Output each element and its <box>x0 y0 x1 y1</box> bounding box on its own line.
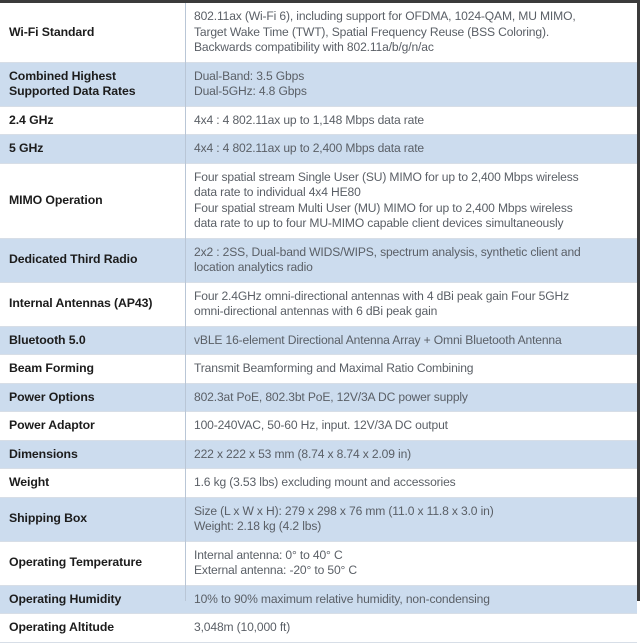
table-row: Dimensions 222 x 222 x 53 mm (8.74 x 8.74… <box>0 440 637 469</box>
spec-label-cell: Bluetooth 5.0 <box>0 327 185 355</box>
spec-value-line: 100-240VAC, 50-60 Hz, input. 12V/3A DC o… <box>194 418 448 432</box>
spec-value-line: Four spatial stream Multi User (MU) MIMO… <box>194 200 573 215</box>
spec-value-line: 3,048m (10,000 ft) <box>194 620 291 634</box>
table-row: Weight 1.6 kg (3.53 lbs) excluding mount … <box>0 469 637 498</box>
spec-label-line: Operating Altitude <box>9 620 114 634</box>
table-row: Bluetooth 5.0 vBLE 16-element Directional… <box>0 326 637 355</box>
spec-value-line: Weight: 2.18 kg (4.2 lbs) <box>194 519 322 533</box>
table-row: Power Adaptor 100-240VAC, 50-60 Hz, input… <box>0 412 637 441</box>
spec-label-line: Dimensions <box>9 446 78 461</box>
spec-value-cell: 3,048m (10,000 ft) <box>185 614 637 642</box>
spec-value-cell: 1.6 kg (3.53 lbs) excluding mount and ac… <box>185 469 637 497</box>
spec-value-line: Four 2.4GHz omni-directional antennas wi… <box>194 288 569 303</box>
spec-value-line: 2x2 : 2SS, Dual-band WIDS/WIPS, spectrum… <box>194 244 581 259</box>
spec-label-cell: Operating Humidity <box>0 586 185 614</box>
spec-value-line: omni-directional antennas with 6 dBi pea… <box>194 304 438 318</box>
table-row: Dedicated Third Radio 2x2 : 2SS, Dual-ban… <box>0 238 637 283</box>
spec-value-cell: Transmit Beamforming and Maximal Ratio C… <box>185 355 637 383</box>
spec-value-line: Dual-Band: 3.5 Gbps <box>194 68 305 83</box>
spec-value-line: Dual-5GHz: 4.8 Gbps <box>194 84 307 98</box>
spec-value-line: External antenna: -20° to 50° C <box>194 563 358 577</box>
spec-label-line: MIMO Operation <box>9 192 103 207</box>
spec-value-line: data rate to individual 4x4 HE80 <box>194 185 361 199</box>
spec-value-line: 1.6 kg (3.53 lbs) excluding mount and ac… <box>194 475 456 489</box>
spec-label-cell: Dedicated Third Radio <box>0 239 185 282</box>
spec-label-line: Weight <box>9 475 50 489</box>
spec-value-line: Four spatial stream Single User (SU) MIM… <box>194 169 579 184</box>
table-row: Operating Altitude 3,048m (10,000 ft) <box>0 614 637 643</box>
spec-label-line: Beam Forming <box>9 361 94 375</box>
table-row: Operating Humidity 10% to 90% maximum rel… <box>0 585 637 614</box>
spec-value-cell: Four 2.4GHz omni-directional antennas wi… <box>185 283 637 326</box>
spec-label-cell: Weight <box>0 469 185 497</box>
spec-label-cell: MIMO Operation <box>0 164 185 238</box>
spec-value-line: 802.3at PoE, 802.3bt PoE, 12V/3A DC powe… <box>194 389 468 404</box>
spec-value-cell: 4x4 : 4 802.11ax up to 1,148 Mbps data r… <box>185 107 637 135</box>
spec-label-line: Dedicated Third Radio <box>9 252 138 267</box>
spec-value-cell: 100-240VAC, 50-60 Hz, input. 12V/3A DC o… <box>185 412 637 440</box>
spec-label-line: Supported Data Rates <box>9 84 136 98</box>
spec-value-cell: Internal antenna: 0° to 40° C External an… <box>185 542 637 585</box>
spec-value-cell: 802.11ax (Wi-Fi 6), including support fo… <box>185 3 637 62</box>
spec-value-line: Backwards compatibility with 802.11a/b/g… <box>194 40 434 54</box>
spec-label-line: Shipping Box <box>9 511 88 526</box>
table-row: Combined Highest Supported Data Rates Dual… <box>0 62 637 107</box>
spec-value-line: 10% to 90% maximum relative humidity, no… <box>194 591 490 606</box>
spec-value-line: 4x4 : 4 802.11ax up to 2,400 Mbps data r… <box>194 141 424 155</box>
table-row: Wi-Fi Standard 802.11ax (Wi-Fi 6), includ… <box>0 3 637 63</box>
spec-value-line: 222 x 222 x 53 mm (8.74 x 8.74 x 2.09 in… <box>194 446 412 461</box>
spec-label-cell: Operating Temperature <box>0 542 185 585</box>
table-row: Internal Antennas (AP43) Four 2.4GHz omni… <box>0 282 637 327</box>
spec-value-cell: 222 x 222 x 53 mm (8.74 x 8.74 x 2.09 in… <box>185 441 637 469</box>
spec-label-line: Internal Antennas (AP43) <box>9 296 153 311</box>
table-row: Beam Forming Transmit Beamforming and Max… <box>0 355 637 384</box>
specification-table: Wi-Fi Standard 802.11ax (Wi-Fi 6), includ… <box>0 0 640 643</box>
spec-value-cell: 10% to 90% maximum relative humidity, no… <box>185 586 637 614</box>
spec-label-line: Operating Temperature <box>9 555 142 570</box>
spec-value-cell: Four spatial stream Single User (SU) MIM… <box>185 164 637 238</box>
spec-label-line: Wi-Fi Standard <box>9 24 95 39</box>
spec-label-cell: Operating Altitude <box>0 614 185 642</box>
spec-value-line: data rate to up to four MU-MIMO capable … <box>194 216 564 230</box>
spec-value-line: Target Wake Time (TWT), Spatial Frequenc… <box>194 24 550 39</box>
spec-value-cell: Size (L x W x H): 279 x 298 x 76 mm (11.… <box>185 498 637 541</box>
spec-value-cell: vBLE 16-element Directional Antenna Arra… <box>185 327 637 355</box>
spec-label-line: 2.4 GHz <box>9 112 54 127</box>
table-row: Operating Temperature Internal antenna: 0… <box>0 541 637 586</box>
spec-value-cell: 4x4 : 4 802.11ax up to 2,400 Mbps data r… <box>185 135 637 163</box>
spec-label-line: Power Options <box>9 389 95 404</box>
spec-value-cell: Dual-Band: 3.5 Gbps Dual-5GHz: 4.8 Gbps <box>185 63 637 106</box>
spec-label-cell: Internal Antennas (AP43) <box>0 283 185 326</box>
spec-value-line: vBLE 16-element Directional Antenna Arra… <box>194 332 562 347</box>
spec-label-line: Power Adaptor <box>9 418 95 432</box>
spec-label-cell: Wi-Fi Standard <box>0 3 185 62</box>
spec-label-cell: 5 GHz <box>0 135 185 163</box>
table-row: Shipping Box Size (L x W x H): 279 x 298 … <box>0 497 637 542</box>
spec-value-line: 802.11ax (Wi-Fi 6), including support fo… <box>194 9 576 23</box>
spec-label-cell: Power Options <box>0 384 185 412</box>
spec-label-line: Combined Highest <box>9 68 117 83</box>
table-row: 5 GHz 4x4 : 4 802.11ax up to 2,400 Mbps d… <box>0 135 637 164</box>
spec-value-cell: 2x2 : 2SS, Dual-band WIDS/WIPS, spectrum… <box>185 239 637 282</box>
spec-label-cell: 2.4 GHz <box>0 107 185 135</box>
spec-label-cell: Combined Highest Supported Data Rates <box>0 63 185 106</box>
spec-value-line: 4x4 : 4 802.11ax up to 1,148 Mbps data r… <box>194 112 424 127</box>
spec-value-line: Transmit Beamforming and Maximal Ratio C… <box>194 361 474 375</box>
spec-value-line: Size (L x W x H): 279 x 298 x 76 mm (11.… <box>194 503 494 518</box>
spec-label-cell: Beam Forming <box>0 355 185 383</box>
spec-label-line: 5 GHz <box>9 141 44 155</box>
spec-label-line: Bluetooth 5.0 <box>9 332 86 347</box>
table-row: 2.4 GHz 4x4 : 4 802.11ax up to 1,148 Mbps… <box>0 106 637 135</box>
table-row: MIMO Operation Four spatial stream Single… <box>0 163 637 239</box>
spec-label-line: Operating Humidity <box>9 591 122 606</box>
table-row: Power Options 802.3at PoE, 802.3bt PoE, 1… <box>0 383 637 412</box>
spec-label-cell: Dimensions <box>0 441 185 469</box>
spec-value-line: Internal antenna: 0° to 40° C <box>194 547 343 562</box>
spec-label-cell: Power Adaptor <box>0 412 185 440</box>
spec-label-cell: Shipping Box <box>0 498 185 541</box>
spec-value-line: location analytics radio <box>194 260 313 274</box>
spec-value-cell: 802.3at PoE, 802.3bt PoE, 12V/3A DC powe… <box>185 384 637 412</box>
